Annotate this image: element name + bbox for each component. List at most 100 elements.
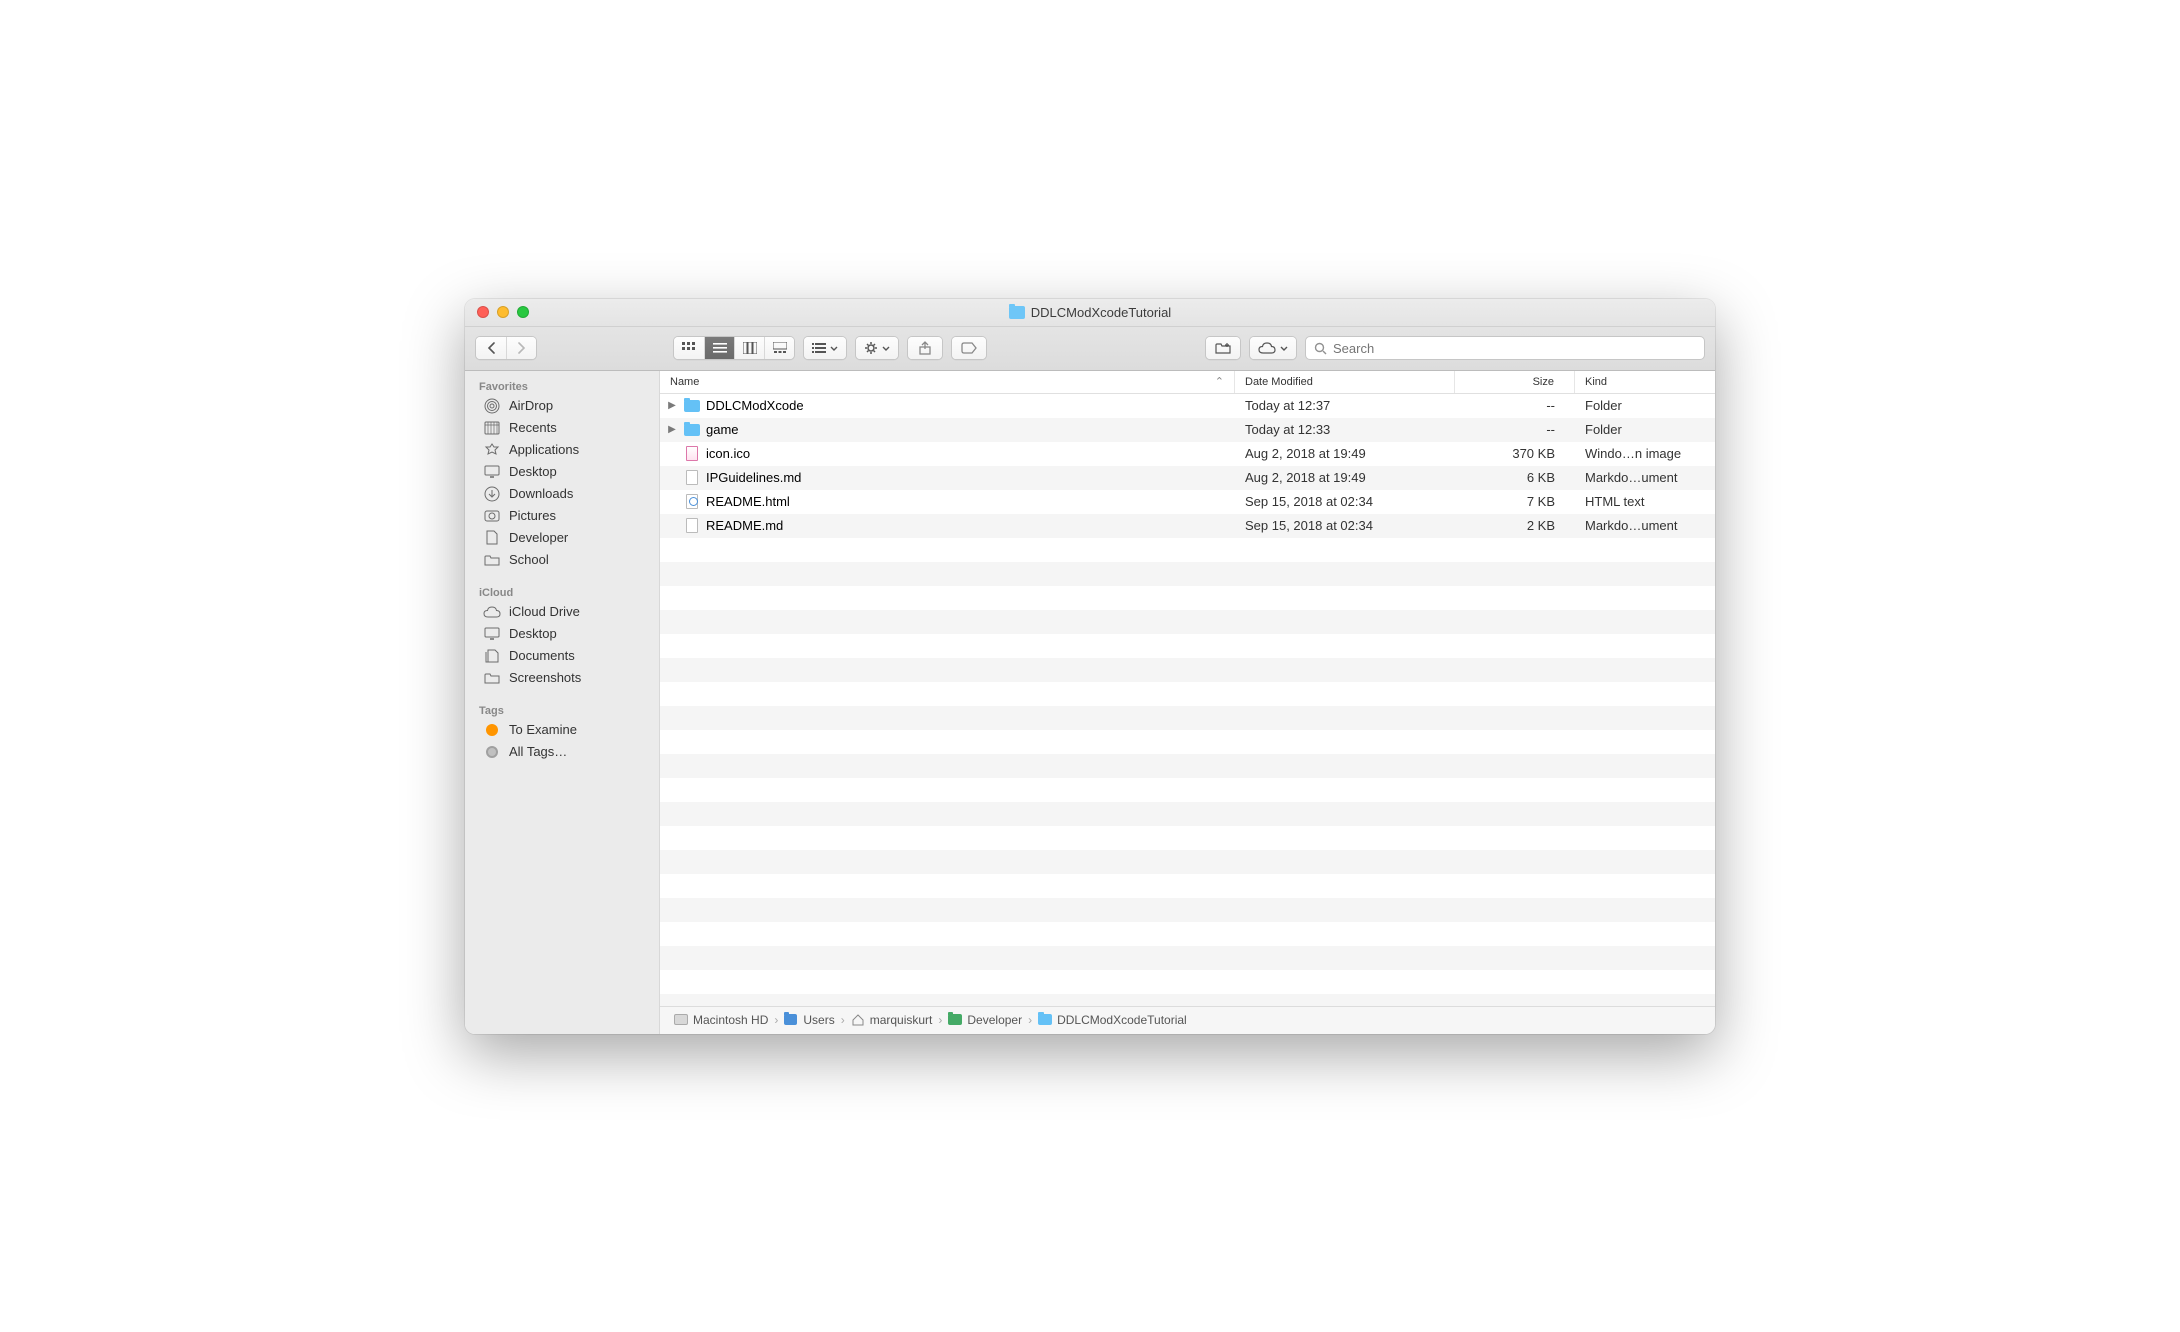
new-folder-icon [1215,342,1231,355]
chevron-down-icon [1280,346,1288,351]
column-header-date[interactable]: Date Modified [1235,371,1455,393]
file-size: 2 KB [1455,518,1575,533]
sidebar-item-screenshots[interactable]: Screenshots [465,667,659,689]
developer-folder-icon [948,1014,962,1026]
file-kind: Markdo…ument [1575,470,1715,485]
search-box[interactable] [1305,336,1705,360]
sidebar-item-icloud-drive[interactable]: iCloud Drive [465,601,659,623]
group-by-button[interactable] [803,336,847,360]
titlebar[interactable]: DDLCModXcodeTutorial [465,299,1715,327]
file-size: -- [1455,422,1575,437]
gallery-icon [773,342,787,354]
file-size: 370 KB [1455,446,1575,461]
file-name: icon.ico [706,446,750,461]
crumb-label: marquiskurt [870,1013,933,1027]
sidebar-item-label: Desktop [509,626,557,641]
file-date: Today at 12:37 [1235,398,1455,413]
file-date: Aug 2, 2018 at 19:49 [1235,446,1455,461]
chevron-down-icon [830,346,838,351]
table-row[interactable]: ▶DDLCModXcode Today at 12:37 -- Folder [660,394,1715,418]
sidebar-header-favorites: Favorites [465,377,659,395]
table-row[interactable]: README.md Sep 15, 2018 at 02:34 2 KB Mar… [660,514,1715,538]
forward-button[interactable] [506,337,536,359]
path-bar: Macintosh HD › Users › marquiskurt › Dev… [660,1006,1715,1034]
icon-view-button[interactable] [674,337,704,359]
new-folder-button[interactable] [1205,336,1241,360]
home-icon [851,1014,865,1026]
back-button[interactable] [476,337,506,359]
share-icon [919,341,931,355]
path-crumb[interactable]: Users [784,1013,834,1027]
sidebar-item-school[interactable]: School [465,549,659,571]
sidebar-item-all-tags[interactable]: All Tags… [465,741,659,763]
table-row[interactable]: icon.ico Aug 2, 2018 at 19:49 370 KB Win… [660,442,1715,466]
folder-icon [684,398,700,414]
sidebar-item-pictures[interactable]: Pictures [465,505,659,527]
chevron-left-icon [487,342,496,354]
file-name: README.md [706,518,783,533]
table-row[interactable]: README.html Sep 15, 2018 at 02:34 7 KB H… [660,490,1715,514]
desktop-icon [483,626,501,642]
column-header-size[interactable]: Size [1455,371,1575,393]
column-label: Date Modified [1245,376,1313,388]
sidebar-item-airdrop[interactable]: AirDrop [465,395,659,417]
view-mode-group [673,336,795,360]
sidebar-item-icloud-desktop[interactable]: Desktop [465,623,659,645]
search-input[interactable] [1333,341,1696,356]
file-size: 6 KB [1455,470,1575,485]
column-view-button[interactable] [734,337,764,359]
sort-caret-icon: ⌃ [1215,375,1224,388]
crumb-label: Developer [967,1013,1022,1027]
window-title: DDLCModXcodeTutorial [465,305,1715,320]
file-size: -- [1455,398,1575,413]
file-list[interactable]: ▶DDLCModXcode Today at 12:37 -- Folder ▶… [660,394,1715,1006]
column-header-kind[interactable]: Kind [1575,371,1715,393]
main-content: Name ⌃ Date Modified Size Kind ▶DDLCModX… [660,371,1715,1034]
list-icon [713,343,727,353]
sidebar-item-label: School [509,552,549,567]
table-row[interactable]: IPGuidelines.md Aug 2, 2018 at 19:49 6 K… [660,466,1715,490]
sidebar-item-label: Pictures [509,508,556,523]
sidebar-item-documents[interactable]: Documents [465,645,659,667]
sidebar-item-developer[interactable]: Developer [465,527,659,549]
disclosure-triangle[interactable]: ▶ [666,400,678,411]
share-button[interactable] [907,336,943,360]
users-folder-icon [784,1014,798,1026]
path-crumb[interactable]: Developer [948,1013,1022,1027]
sidebar-item-applications[interactable]: Applications [465,439,659,461]
markdown-file-icon [684,470,700,486]
sidebar-item-label: To Examine [509,722,577,737]
sidebar-item-label: Screenshots [509,670,581,685]
gear-icon [864,341,878,355]
nav-buttons [475,336,537,360]
icloud-button[interactable] [1249,336,1297,360]
file-kind: Folder [1575,422,1715,437]
action-menu-button[interactable] [855,336,899,360]
close-button[interactable] [477,306,489,318]
tags-button[interactable] [951,336,987,360]
toolbar [465,327,1715,371]
column-header-name[interactable]: Name ⌃ [660,371,1235,393]
hdd-icon [674,1014,688,1026]
recents-icon [483,420,501,436]
sidebar-item-downloads[interactable]: Downloads [465,483,659,505]
path-crumb[interactable]: DDLCModXcodeTutorial [1038,1013,1187,1027]
sidebar-item-label: iCloud Drive [509,604,580,619]
gallery-view-button[interactable] [764,337,794,359]
table-row[interactable]: ▶game Today at 12:33 -- Folder [660,418,1715,442]
sidebar-item-tag-examine[interactable]: To Examine [465,719,659,741]
path-separator-icon: › [774,1013,778,1027]
list-view-button[interactable] [704,337,734,359]
tag-gray-icon [483,744,501,760]
sidebar-item-desktop[interactable]: Desktop [465,461,659,483]
minimize-button[interactable] [497,306,509,318]
disclosure-triangle[interactable]: ▶ [666,424,678,435]
crumb-label: DDLCModXcodeTutorial [1057,1013,1187,1027]
path-crumb[interactable]: marquiskurt [851,1013,933,1027]
sidebar-item-recents[interactable]: Recents [465,417,659,439]
zoom-button[interactable] [517,306,529,318]
sidebar-item-label: All Tags… [509,744,567,759]
desktop-icon [483,464,501,480]
path-separator-icon: › [938,1013,942,1027]
path-crumb[interactable]: Macintosh HD [674,1013,768,1027]
